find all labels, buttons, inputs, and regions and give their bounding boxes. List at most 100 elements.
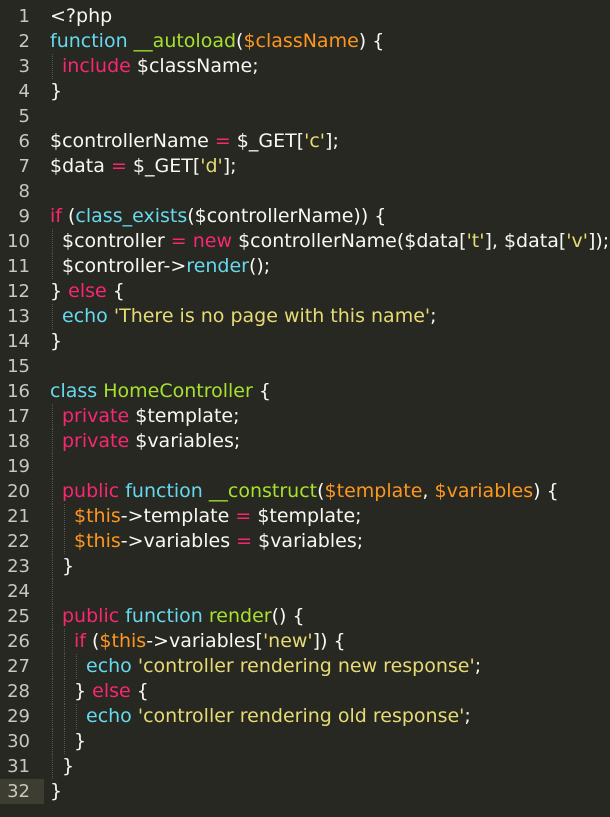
code-text: public function __construct($template, $… — [62, 479, 559, 504]
code-line[interactable]: 11 $controller->render(); — [0, 254, 610, 279]
code-text: $this->template = $template; — [74, 504, 362, 529]
code-token: ) { — [533, 480, 559, 502]
indent-guide — [64, 504, 65, 529]
code-token: 'd' — [200, 155, 223, 177]
code-token: function — [125, 605, 203, 627]
code-token: include — [62, 55, 131, 77]
code-text: <?php — [50, 4, 112, 29]
code-line[interactable]: 9 if (class_exists($controllerName)) { — [0, 204, 610, 229]
line-number: 22 — [7, 531, 30, 552]
code-line[interactable]: 32} — [0, 779, 610, 804]
line-number: 5 — [18, 106, 30, 127]
indent-guide — [52, 304, 53, 329]
code-editor[interactable]: 1 <?php 2 function __autoload($className) {… — [0, 0, 610, 817]
indent-guide — [52, 679, 53, 704]
code-line[interactable]: 15 — [0, 354, 610, 379]
line-number: 17 — [7, 406, 30, 427]
code-token: $variables; — [129, 430, 241, 452]
code-line[interactable]: 14} — [0, 329, 610, 354]
code-token: public — [62, 480, 120, 502]
code-line[interactable]: 4} — [0, 79, 610, 104]
code-token: render — [186, 255, 249, 277]
line-number: 11 — [7, 256, 30, 277]
code-line[interactable]: 13 echo 'There is no page with this name'… — [0, 304, 610, 329]
code-line[interactable]: 3 include $className; — [0, 54, 610, 79]
indent-guide — [76, 704, 77, 729]
code-token: class_exists — [75, 205, 188, 227]
code-line[interactable]: 1 <?php — [0, 4, 610, 29]
code-token: $_GET[ — [126, 155, 201, 177]
code-line[interactable]: 21 $this->template = $template; — [0, 504, 610, 529]
code-line[interactable]: 12} else { — [0, 279, 610, 304]
code-line[interactable]: 16 class HomeController { — [0, 379, 610, 404]
code-text: } else { — [50, 279, 125, 304]
line-number: 27 — [7, 656, 30, 677]
code-token: 'controller rendering new response' — [137, 655, 475, 677]
code-line[interactable]: 26 if ($this->variables['new']) { — [0, 629, 610, 654]
code-line[interactable]: 29 echo 'controller rendering old respons… — [0, 704, 610, 729]
code-line[interactable]: 18 private $variables; — [0, 429, 610, 454]
code-token: ]); — [587, 230, 610, 252]
code-token: 't' — [466, 230, 485, 252]
code-line[interactable]: 6 $controllerName = $_GET['c']; — [0, 129, 610, 154]
line-number: 25 — [7, 606, 30, 627]
indent-guide — [64, 629, 65, 654]
code-lines[interactable]: 1 <?php 2 function __autoload($className) {… — [0, 4, 610, 804]
code-line[interactable]: 28} else { — [0, 679, 610, 704]
code-line[interactable]: 23} — [0, 554, 610, 579]
code-line[interactable]: 31} — [0, 754, 610, 779]
code-line[interactable]: 17 private $template; — [0, 404, 610, 429]
indent-guide — [52, 654, 53, 679]
code-line[interactable]: 27 echo 'controller rendering new respons… — [0, 654, 610, 679]
code-token: = — [170, 230, 187, 252]
code-line[interactable]: 20 public function __construct($template,… — [0, 479, 610, 504]
code-token: $variables — [434, 480, 534, 502]
code-token: HomeController — [103, 380, 253, 402]
code-token: $template; — [129, 405, 240, 427]
indent-guide — [64, 654, 65, 679]
code-token: $controller-> — [62, 255, 187, 277]
code-token: } — [50, 80, 63, 102]
line-number: 31 — [7, 756, 30, 777]
code-token: class — [50, 380, 98, 402]
code-line[interactable]: 30} — [0, 729, 610, 754]
line-number: 32 — [7, 781, 30, 802]
code-token: 'new' — [262, 630, 313, 652]
code-token: else — [68, 280, 107, 302]
code-line[interactable]: 7 $data = $_GET['d']; — [0, 154, 610, 179]
code-text: function __autoload($className) { — [50, 29, 384, 54]
code-token: __construct — [208, 480, 318, 502]
line-number: 21 — [7, 506, 30, 527]
code-text: echo 'controller rendering old response'… — [86, 704, 471, 729]
code-line[interactable]: 8 — [0, 179, 610, 204]
code-token: private — [62, 430, 130, 452]
code-token: } — [62, 755, 75, 777]
code-text: if (class_exists($controllerName)) { — [50, 204, 386, 229]
code-line[interactable]: 22 $this->variables = $variables; — [0, 529, 610, 554]
code-line[interactable]: 5 — [0, 104, 610, 129]
code-token: $template; — [251, 505, 362, 527]
code-token: public — [62, 605, 120, 627]
line-number: 20 — [7, 481, 30, 502]
line-number: 4 — [18, 81, 30, 102]
code-text: if ($this->variables['new']) { — [74, 629, 346, 654]
code-line[interactable]: 2 function __autoload($className) { — [0, 29, 610, 54]
code-token: { — [106, 280, 125, 302]
code-line[interactable]: 24 — [0, 579, 610, 604]
code-token: <?php — [50, 5, 113, 27]
code-text: } — [62, 754, 74, 779]
indent-guide — [64, 729, 65, 754]
code-token: if — [74, 630, 86, 652]
indent-guide — [52, 404, 53, 429]
code-token: ]; — [325, 130, 339, 152]
code-token: render — [208, 605, 272, 627]
code-line[interactable]: 19 — [0, 454, 610, 479]
code-text: } — [50, 79, 62, 104]
code-line[interactable]: 25 public function render() { — [0, 604, 610, 629]
code-text: private $variables; — [62, 429, 240, 454]
code-line[interactable]: 10 $controller = new $controllerName($dat… — [0, 229, 610, 254]
code-token: ; — [464, 705, 471, 727]
indent-guide — [64, 704, 65, 729]
code-token: private — [62, 405, 130, 427]
line-number: 26 — [7, 631, 30, 652]
